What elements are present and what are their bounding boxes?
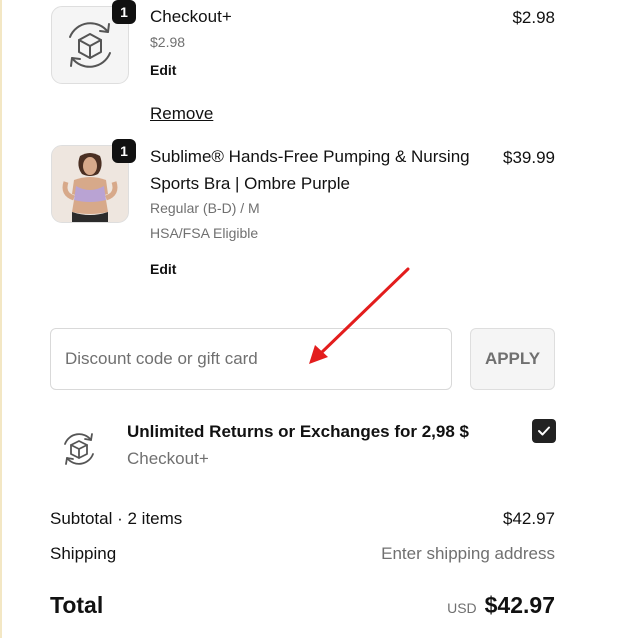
total-amount: USD $42.97 (447, 592, 555, 619)
remove-link[interactable]: Remove (150, 104, 213, 124)
upsell-subtitle: Checkout+ (127, 449, 209, 468)
total-value: $42.97 (484, 592, 555, 618)
shipping-value: Enter shipping address (381, 544, 555, 563)
annotation-arrow (309, 267, 410, 364)
item-eligibility: HSA/FSA Eligible (150, 225, 259, 241)
item-price: $2.98 (512, 8, 555, 27)
total-label: Total (50, 592, 104, 618)
checkmark-icon (538, 426, 550, 436)
quantity-badge: 1 (112, 139, 136, 163)
subtotal-label: Subtotal · 2 items (50, 509, 183, 528)
currency-code: USD (447, 600, 477, 616)
item-price: $39.99 (503, 148, 555, 167)
item-variant: Regular (B-D) / M (150, 200, 260, 216)
item-title: Checkout+ (150, 7, 232, 26)
item-variant: $2.98 (150, 34, 186, 50)
apply-discount-button[interactable]: APPLY (470, 328, 555, 390)
edit-link[interactable]: Edit (150, 62, 176, 78)
item-title-line-1: Sublime® Hands-Free Pumping & Nursing (150, 147, 470, 166)
upsell-title: Unlimited Returns or Exchanges for 2,98 … (127, 422, 469, 441)
box-returns-icon (64, 433, 94, 465)
upsell-checkbox[interactable] (532, 419, 556, 443)
left-border (0, 0, 2, 638)
subtotal-value: $42.97 (503, 509, 555, 528)
discount-code-input[interactable] (50, 328, 452, 390)
item-title-line-2: Sports Bra | Ombre Purple (150, 174, 350, 193)
quantity-badge: 1 (112, 0, 136, 24)
shipping-label: Shipping (50, 544, 117, 563)
edit-link[interactable]: Edit (150, 261, 176, 277)
